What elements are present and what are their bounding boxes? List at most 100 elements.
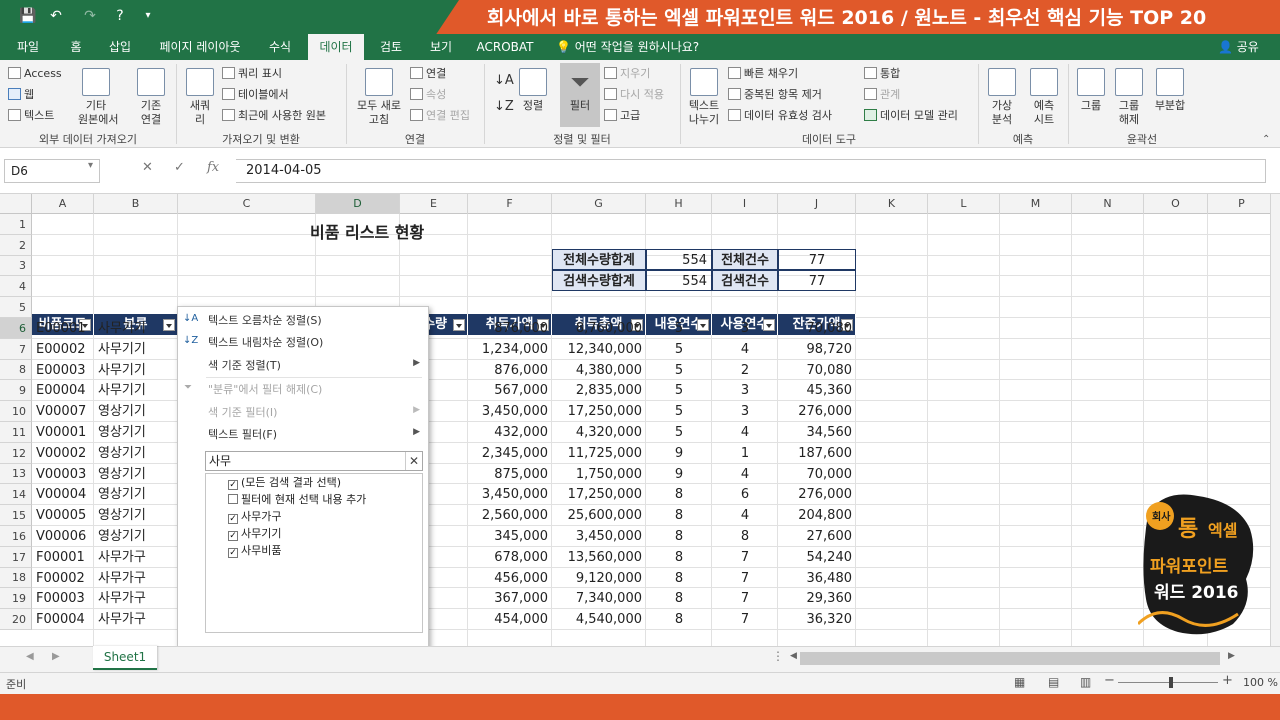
filter-list-item[interactable]: ✓ 사무기기 [228,527,281,541]
tab-acrobat[interactable]: ACROBAT [472,34,538,60]
cell-price[interactable]: 2,345,000 [468,443,552,464]
customize-qat-icon[interactable]: ▾ [138,6,158,26]
cell-price[interactable]: 367,000 [468,588,552,609]
what-if-button[interactable]: 가상 분석 [984,68,1020,127]
properties-button[interactable]: 속성 [410,88,446,102]
flash-fill-button[interactable]: 빠른 채우기 [728,67,798,81]
edit-links-button[interactable]: 연결 편집 [410,109,470,123]
filter-list-item[interactable]: ✓ (모든 검색 결과 선택) [228,476,341,490]
row-header-7[interactable]: 7 [0,339,32,360]
row-header-5[interactable]: 5 [0,297,32,318]
cell-code[interactable]: F00001 [32,547,94,568]
cell-residual[interactable]: 29,360 [778,588,856,609]
row-header-6[interactable]: 6 [0,318,32,339]
cell-cat[interactable]: 영상기기 [94,464,178,485]
cell-code[interactable]: F00004 [32,609,94,630]
cell-life[interactable]: 9 [646,464,712,485]
menu-clear-filter[interactable]: "분류"에서 필터 해제(C) [208,381,322,397]
sort-button[interactable]: 정렬 [516,68,550,113]
column-header-a[interactable]: A [32,194,94,214]
column-header-f[interactable]: F [468,194,552,214]
help-icon[interactable]: ? [110,6,130,26]
cell-used[interactable]: 3 [712,380,778,401]
row-header-11[interactable]: 11 [0,422,32,443]
cell-cat[interactable]: 사무가구 [94,547,178,568]
cancel-icon[interactable]: ✕ [142,160,153,175]
cell-residual[interactable]: 276,000 [778,401,856,422]
scroll-left-icon[interactable]: ◀ [26,651,34,662]
row-header-1[interactable]: 1 [0,214,32,235]
group-button[interactable]: 그룹 [1074,68,1108,113]
cell-code[interactable]: V00007 [32,401,94,422]
cell-life[interactable]: 8 [646,609,712,630]
cell-residual[interactable]: 34,560 [778,422,856,443]
row-header-13[interactable]: 13 [0,464,32,484]
page-break-view-icon[interactable]: ▥ [1080,675,1091,689]
cell-used[interactable]: 7 [712,568,778,589]
sort-asc-button[interactable]: ↓A [494,74,514,88]
other-sources-button[interactable]: 기타 원본에서 [78,68,118,127]
cell-used[interactable]: 6 [712,484,778,505]
cell-price[interactable]: 432,000 [468,422,552,443]
collapse-ribbon-icon[interactable]: ⌃ [1262,134,1270,145]
cell-cat[interactable]: 사무기기 [94,360,178,381]
tab-formulas[interactable]: 수식 [258,34,302,60]
cell-used[interactable]: 3 [712,401,778,422]
row-header-14[interactable]: 14 [0,484,32,505]
column-header-n[interactable]: N [1072,194,1144,214]
refresh-all-button[interactable]: 모두 새로 고침 [352,68,406,127]
cell-price[interactable]: 3,450,000 [468,484,552,505]
cell-cat[interactable]: 영상기기 [94,401,178,422]
cell-residual[interactable]: 70,080 [778,318,856,339]
advanced-filter-button[interactable]: 고급 [604,109,640,123]
cell-price[interactable]: 3,450,000 [468,401,552,422]
from-access-button[interactable]: Access [8,67,62,81]
cell-residual[interactable]: 54,240 [778,547,856,568]
column-header-j[interactable]: J [778,194,856,214]
row-header-3[interactable]: 3 [0,256,32,276]
cell-price[interactable]: 876,000 [468,318,552,339]
cell-total[interactable]: 25,600,000 [552,505,646,526]
cell-cat[interactable]: 영상기기 [94,422,178,443]
column-header-c[interactable]: C [178,194,316,214]
normal-view-icon[interactable]: ▦ [1014,675,1025,689]
remove-duplicates-button[interactable]: 중복된 항목 제거 [728,88,822,102]
cell-cat[interactable]: 사무기기 [94,339,178,360]
cell-code[interactable]: V00002 [32,443,94,464]
undo-icon[interactable]: ↶ [46,6,66,26]
cell-price[interactable]: 678,000 [468,547,552,568]
column-header-l[interactable]: L [928,194,1000,214]
menu-sort-by-color[interactable]: 색 기준 정렬(T) [208,357,418,373]
column-header-p[interactable]: P [1208,194,1276,214]
cell-total[interactable]: 9,120,000 [552,568,646,589]
cell-life[interactable]: 5 [646,339,712,360]
scroll-right-icon[interactable]: ▶ [52,651,60,662]
cell-cat[interactable]: 영상기기 [94,505,178,526]
cell-total[interactable]: 3,450,000 [552,526,646,547]
zoom-in-icon[interactable]: + [1222,673,1233,688]
cell-residual[interactable]: 204,800 [778,505,856,526]
select-all-corner[interactable] [0,194,32,214]
cell-code[interactable]: F00002 [32,568,94,589]
cell-life[interactable]: 8 [646,547,712,568]
zoom-slider-thumb[interactable] [1169,677,1173,688]
cell-cat[interactable]: 영상기기 [94,526,178,547]
cell-code[interactable]: E00004 [32,380,94,401]
cell-code[interactable]: V00003 [32,464,94,485]
cell-price[interactable]: 345,000 [468,526,552,547]
data-validation-button[interactable]: 데이터 유효성 검사 [728,109,832,123]
cell-residual[interactable]: 70,080 [778,360,856,381]
cell-life[interactable]: 5 [646,380,712,401]
insert-function-icon[interactable]: fx [207,160,219,175]
cell-code[interactable]: V00006 [32,526,94,547]
cell-residual[interactable]: 187,600 [778,443,856,464]
cell-code[interactable]: V00001 [32,422,94,443]
cell-cat[interactable]: 영상기기 [94,443,178,464]
cell-residual[interactable]: 36,320 [778,609,856,630]
redo-icon[interactable]: ↷ [80,6,100,26]
tab-data[interactable]: 데이터 [308,34,364,60]
subtotal-button[interactable]: 부분합 [1150,68,1190,113]
cell-total[interactable]: 13,560,000 [552,547,646,568]
cell-total[interactable]: 17,250,000 [552,401,646,422]
cell-cat[interactable]: 사무기기 [94,380,178,401]
